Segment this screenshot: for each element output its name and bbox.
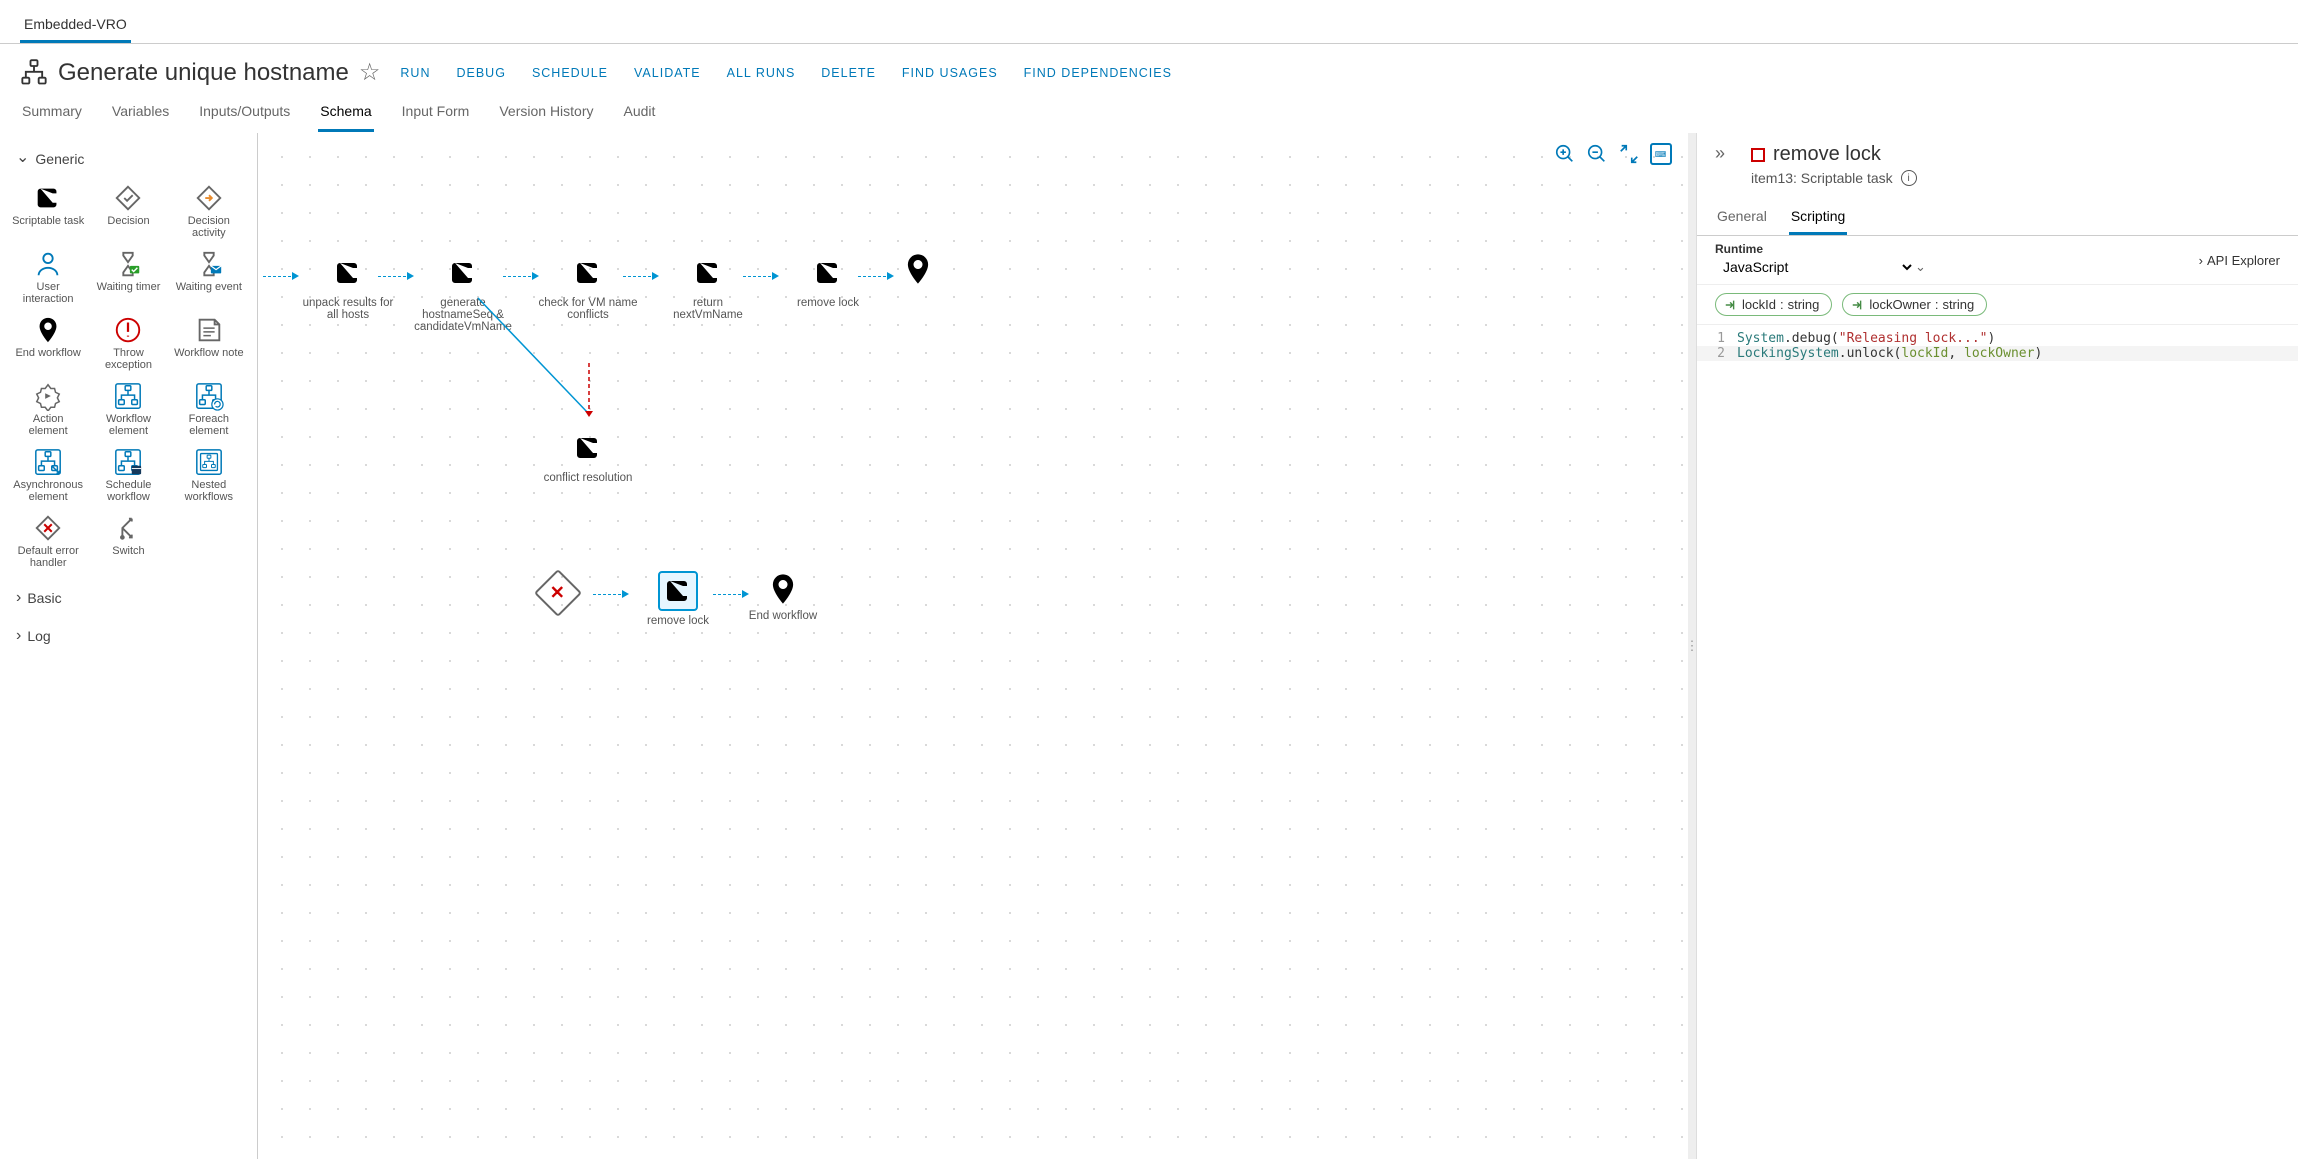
workflow-icon <box>20 59 48 87</box>
subtab-variables[interactable]: Variables <box>110 95 171 132</box>
node-remove-lock-selected[interactable]: remove lock <box>628 571 728 627</box>
palette-scriptable-task[interactable]: Scriptable task <box>10 181 86 241</box>
subtab-inputs-outputs[interactable]: Inputs/Outputs <box>197 95 292 132</box>
chevron-down-icon <box>16 149 29 169</box>
action-schedule[interactable]: SCHEDULE <box>532 66 608 80</box>
action-delete[interactable]: DELETE <box>821 66 876 80</box>
palette-group-basic[interactable]: Basic <box>10 585 247 611</box>
fit-view-icon[interactable] <box>1618 143 1640 165</box>
panel-resize-handle[interactable] <box>1688 133 1696 1159</box>
node-generate-hostname[interactable]: generate hostnameSeq & candidateVmName <box>413 253 513 333</box>
runtime-label: Runtime <box>1715 242 1926 256</box>
top-tab-embedded-vro[interactable]: Embedded-VRO <box>20 8 131 43</box>
palette-waiting-timer[interactable]: Waiting timer <box>90 247 166 307</box>
palette-waiting-event[interactable]: Waiting event <box>171 247 247 307</box>
element-palette: Generic Scriptable task Decision Decisio… <box>0 133 258 1159</box>
selected-item-subtitle: item13: Scriptable task <box>1751 170 1893 186</box>
favorite-star-icon[interactable]: ☆ <box>359 58 381 87</box>
palette-default-error-handler[interactable]: Default error handler <box>10 511 86 571</box>
input-pill-lockid[interactable]: lockId : string <box>1715 293 1832 316</box>
properties-tab-scripting[interactable]: Scripting <box>1789 202 1847 235</box>
palette-schedule-workflow[interactable]: Schedule workflow <box>90 445 166 505</box>
subtab-audit[interactable]: Audit <box>622 95 658 132</box>
properties-tab-general[interactable]: General <box>1715 202 1769 235</box>
properties-panel: » remove lock item13: Scriptable task i … <box>1696 133 2298 1159</box>
action-run[interactable]: RUN <box>400 66 430 80</box>
subtab-summary[interactable]: Summary <box>20 95 84 132</box>
subtab-schema[interactable]: Schema <box>318 95 373 132</box>
action-find-dependencies[interactable]: FIND DEPENDENCIES <box>1024 66 1172 80</box>
chevron-right-icon <box>16 589 21 607</box>
code-editor[interactable]: 1System.debug("Releasing lock...") 2Lock… <box>1697 325 2298 1159</box>
node-end-workflow-bottom[interactable]: End workflow <box>743 571 823 622</box>
palette-throw-exception[interactable]: Throw exception <box>90 313 166 373</box>
node-conflict-resolution[interactable]: conflict resolution <box>538 428 638 484</box>
zoom-in-icon[interactable] <box>1554 143 1576 165</box>
node-error-diamond[interactable]: ✕ <box>523 573 593 614</box>
palette-group-generic[interactable]: Generic <box>10 145 247 173</box>
palette-decision-activity[interactable]: Decision activity <box>171 181 247 241</box>
schema-canvas[interactable]: ⌨ unpack results for all hosts generate … <box>258 133 1688 1159</box>
action-all-runs[interactable]: ALL RUNS <box>727 66 796 80</box>
subtab-version-history[interactable]: Version History <box>497 95 595 132</box>
runtime-select[interactable]: JavaScript <box>1715 256 1915 278</box>
palette-switch[interactable]: Switch <box>90 511 166 571</box>
node-unpack-results[interactable]: unpack results for all hosts <box>298 253 398 321</box>
action-validate[interactable]: VALIDATE <box>634 66 701 80</box>
api-explorer-toggle[interactable]: ›API Explorer <box>2199 253 2280 268</box>
chevron-right-icon <box>16 627 21 645</box>
subtab-input-form[interactable]: Input Form <box>400 95 472 132</box>
input-pill-lockowner[interactable]: lockOwner : string <box>1842 293 1987 316</box>
palette-foreach-element[interactable]: Foreach element <box>171 379 247 439</box>
palette-action-element[interactable]: Action element <box>10 379 86 439</box>
stop-square-icon <box>1751 148 1765 162</box>
palette-user-interaction[interactable]: User interaction <box>10 247 86 307</box>
node-check-conflicts[interactable]: check for VM name conflicts <box>538 253 638 321</box>
workflow-subtabs: Summary Variables Inputs/Outputs Schema … <box>0 95 2298 133</box>
page-title: Generate unique hostname ☆ <box>20 58 380 87</box>
palette-asynchronous-element[interactable]: Asynchronous element <box>10 445 86 505</box>
info-icon[interactable]: i <box>1901 170 1917 186</box>
palette-group-log[interactable]: Log <box>10 623 247 649</box>
zoom-out-icon[interactable] <box>1586 143 1608 165</box>
node-end-pin-top[interactable] <box>888 251 948 290</box>
keyboard-shortcuts-icon[interactable]: ⌨ <box>1650 143 1672 165</box>
node-return-nextvmname[interactable]: return nextVmName <box>658 253 758 321</box>
palette-workflow-element[interactable]: Workflow element <box>90 379 166 439</box>
selected-item-title: remove lock <box>1751 143 2280 166</box>
palette-end-workflow[interactable]: End workflow <box>10 313 86 373</box>
palette-nested-workflows[interactable]: Nested workflows <box>171 445 247 505</box>
action-find-usages[interactable]: FIND USAGES <box>902 66 998 80</box>
palette-workflow-note[interactable]: Workflow note <box>171 313 247 373</box>
node-remove-lock-top[interactable]: remove lock <box>778 253 878 309</box>
action-debug[interactable]: DEBUG <box>456 66 505 80</box>
palette-decision[interactable]: Decision <box>90 181 166 241</box>
collapse-panel-icon[interactable]: » <box>1715 143 1725 164</box>
